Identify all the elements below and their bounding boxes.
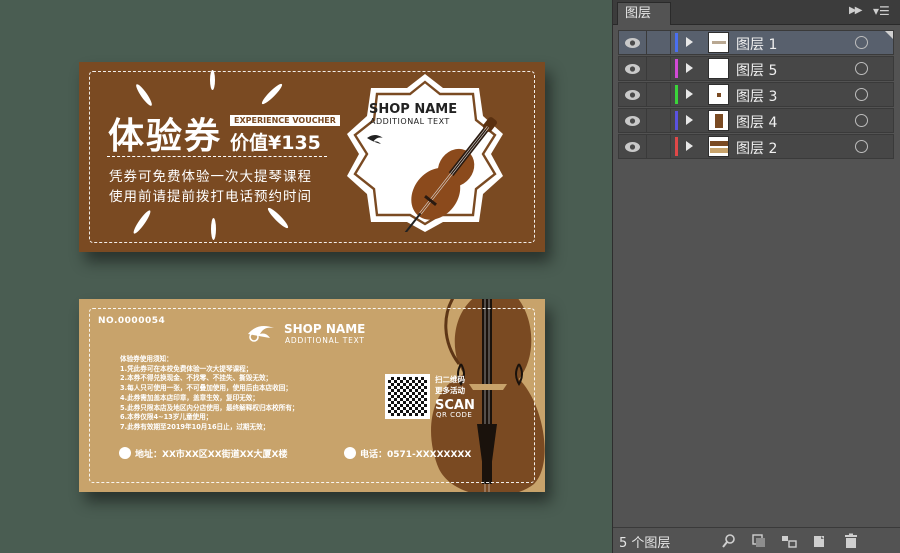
column-separator [670, 135, 671, 158]
layer-name[interactable]: 图层 2 [736, 138, 777, 158]
rule-line: 4.此券需加盖本店印章，盖章生效，复印无效； [120, 393, 259, 402]
layer-count: 5 个图层 [619, 536, 671, 551]
visibility-eye-icon[interactable] [624, 140, 641, 154]
rule-line: 5.此券只限本店及地区内分店使用，最终解释权归本校所有； [120, 403, 299, 412]
badge-additional-text: ADDITIONAL TEXT [370, 117, 450, 126]
layer-row[interactable]: 图层 4 [618, 108, 894, 133]
phone-text: 电话：0571-XXXXXXXX [360, 450, 472, 460]
expand-arrow-icon[interactable] [686, 141, 693, 151]
qr-code [385, 374, 430, 419]
voucher-value: 价值¥135 [230, 132, 321, 154]
location-pin-icon [119, 447, 131, 459]
front-desc-line-2: 使用前请提前拨打电话预约时间 [109, 189, 312, 205]
panel-statusbar: 5 个图层 [613, 527, 900, 553]
phone-icon [344, 447, 356, 459]
column-separator [670, 109, 671, 132]
bird-logo-icon [248, 326, 274, 342]
column-separator [646, 31, 647, 54]
scan-text-1: 扫二维码 [435, 375, 465, 384]
tab-layers[interactable]: 图层 [617, 2, 671, 25]
panel-tabbar: 图层 ▶▶ ▾☰ [613, 0, 900, 25]
rule-line: 3.每人只可使用一张，不可叠加使用，使用后由本店收回； [120, 384, 292, 393]
column-separator [670, 57, 671, 80]
visibility-eye-icon[interactable] [624, 62, 641, 76]
layer-color-strip [675, 33, 678, 52]
expand-arrow-icon[interactable] [686, 63, 693, 73]
expand-arrow-icon[interactable] [686, 37, 693, 47]
layer-target-icon[interactable] [855, 62, 868, 75]
rule-line: 6.本券仅限4~13岁儿童使用； [120, 413, 213, 422]
clipping-mask-icon[interactable] [751, 533, 767, 549]
search-icon[interactable] [721, 533, 737, 549]
new-sublayer-icon[interactable] [781, 533, 797, 549]
column-separator [646, 109, 647, 132]
layer-color-strip [675, 137, 678, 156]
visibility-eye-icon[interactable] [624, 114, 641, 128]
visibility-eye-icon[interactable] [624, 88, 641, 102]
layer-target-icon[interactable] [855, 36, 868, 49]
scan-text-2: 更多活动 [435, 386, 465, 395]
layer-row[interactable]: 图层 3 [618, 82, 894, 107]
layer-thumbnail [708, 136, 729, 157]
decor-ray [210, 70, 215, 90]
artboard-canvas[interactable]: 体验券 EXPERIENCE VOUCHER 价值¥135 凭券可免费体验一次大… [0, 0, 612, 553]
layer-thumbnail [708, 84, 729, 105]
layer-thumbnail [708, 110, 729, 131]
expand-arrow-icon[interactable] [686, 115, 693, 125]
new-layer-icon[interactable] [811, 533, 827, 549]
column-separator [670, 31, 671, 54]
decor-ray [211, 218, 216, 240]
column-separator [646, 135, 647, 158]
front-desc-line-1: 凭券可免费体验一次大提琴课程 [109, 169, 312, 185]
panel-menu-icon[interactable]: ▾☰ [873, 4, 890, 18]
layer-name[interactable]: 图层 3 [736, 86, 777, 106]
qr-code-label: QR CODE [436, 411, 473, 419]
column-separator [646, 83, 647, 106]
rule-line: 7.此券有效期至2019年10月16日止，过期无效； [120, 422, 270, 431]
voucher-number: NO.0000054 [98, 316, 166, 326]
rule-line: 体验券使用须知： [120, 355, 173, 363]
layer-thumbnail [708, 58, 729, 79]
layer-color-strip [675, 111, 678, 130]
layer-row[interactable]: 图层 1 [618, 30, 894, 55]
layer-target-icon[interactable] [855, 114, 868, 127]
voucher-title: 体验券 [108, 116, 223, 157]
cello-badge [347, 74, 503, 232]
column-separator [646, 57, 647, 80]
layer-color-strip [675, 85, 678, 104]
back-shop-name: SHOP NAME [284, 322, 366, 336]
usage-rules: 体验券使用须知： 1.凭此券可在本校免费体验一次大提琴课程； 2.本券不得兑换现… [120, 355, 299, 433]
expand-arrow-icon[interactable] [686, 89, 693, 99]
visibility-eye-icon[interactable] [624, 36, 641, 50]
layers-panel: 图层 ▶▶ ▾☰ 图层 1 图层 5 图层 3 图层 4 图层 2 5 个图层 [612, 0, 900, 553]
rule-line: 2.本券不得兑换现金、不找零、不挂失、撕毁无效； [120, 374, 273, 383]
trash-icon[interactable] [843, 533, 859, 549]
badge-shop-name: SHOP NAME [369, 102, 458, 117]
column-separator [670, 83, 671, 106]
layer-target-icon[interactable] [855, 88, 868, 101]
layers-list: 图层 1 图层 5 图层 3 图层 4 图层 2 [618, 30, 895, 160]
layer-thumbnail [708, 32, 729, 53]
layer-name[interactable]: 图层 1 [736, 34, 777, 54]
layer-row[interactable]: 图层 5 [618, 56, 894, 81]
layer-row[interactable]: 图层 2 [618, 134, 894, 159]
layer-target-icon[interactable] [855, 140, 868, 153]
rule-line: 1.凭此券可在本校免费体验一次大提琴课程； [120, 364, 253, 373]
address-text: 地址：XX市XX区XX街道XX大厦X楼 [135, 450, 288, 460]
layer-color-strip [675, 59, 678, 78]
selected-corner-icon [885, 31, 893, 39]
back-additional-text: ADDITIONAL TEXT [285, 336, 365, 345]
collapse-panel-icon[interactable]: ▶▶ [849, 5, 862, 16]
front-divider [107, 156, 327, 157]
voucher-front[interactable]: 体验券 EXPERIENCE VOUCHER 价值¥135 凭券可免费体验一次大… [79, 62, 545, 252]
layer-name[interactable]: 图层 5 [736, 60, 777, 80]
layer-name[interactable]: 图层 4 [736, 112, 777, 132]
voucher-back[interactable]: NO.0000054 SHOP NAME ADDITIONAL TEXT 体验券… [79, 299, 545, 492]
experience-voucher-tag: EXPERIENCE VOUCHER [230, 115, 340, 126]
